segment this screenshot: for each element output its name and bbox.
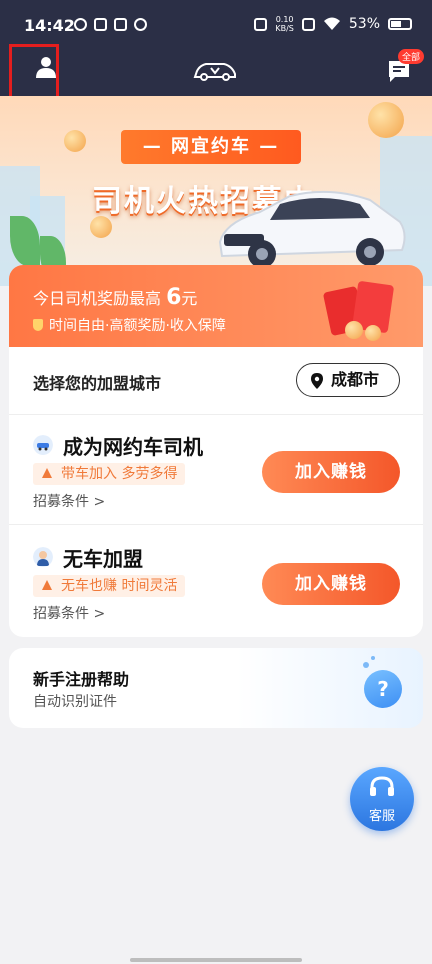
- car-logo-icon: [193, 63, 236, 81]
- battery-percent: 53%: [348, 16, 380, 32]
- toolbar: 全部: [0, 44, 432, 114]
- coin-decoration: [368, 102, 404, 138]
- question-icon: ?: [364, 670, 402, 708]
- user-icon: [36, 57, 56, 78]
- reward-tagline: 时间自由·高额奖励·收入保障: [33, 315, 226, 335]
- job-option-no-car: 无车加盟 无车也赚 时间灵活 招募条件 > 加入赚钱: [9, 527, 423, 637]
- join-earn-button[interactable]: 加入赚钱: [262, 451, 400, 493]
- city-value: 成都市: [331, 370, 380, 389]
- help-title: 新手注册帮助: [33, 670, 130, 689]
- banner-brand: — 网宜约车 —: [121, 130, 301, 164]
- reward-unit: 元: [181, 289, 198, 308]
- car-illustration-icon: [218, 190, 406, 268]
- status-bar: 14:42 0.10 KB/S 53%: [0, 0, 432, 50]
- reward-prefix: 今日司机奖励最高: [33, 289, 162, 308]
- tiktok-icon: [114, 18, 127, 31]
- dot-decoration: [371, 656, 375, 660]
- speed-value: 0.10: [275, 15, 294, 24]
- dot-decoration: [363, 662, 369, 668]
- help-subtitle: 自动识别证件: [33, 694, 117, 710]
- job-option-driver: 成为网约车司机 带车加入 多劳多得 招募条件 > 加入赚钱: [9, 415, 423, 525]
- headset-icon: [370, 776, 394, 796]
- job-title: 无车加盟: [63, 547, 143, 571]
- recruit-conditions-link[interactable]: 招募条件 >: [33, 603, 105, 623]
- status-right: 0.10 KB/S 53%: [254, 15, 412, 33]
- job-title: 成为网约车司机: [63, 435, 203, 459]
- car-avatar-icon: [33, 435, 53, 455]
- join-card: 今日司机奖励最高 6元 时间自由·高额奖励·收入保障 选择您的加盟城市 成都市 …: [9, 265, 423, 637]
- network-speed: 0.10 KB/S: [275, 15, 294, 33]
- wifi-icon: [323, 17, 340, 30]
- person-avatar-icon: [33, 547, 53, 567]
- city-select-button[interactable]: 成都市: [296, 363, 400, 397]
- coin-decoration: [365, 325, 381, 341]
- app-header: 14:42 0.10 KB/S 53% 全部: [0, 0, 432, 114]
- city-selector-row: 选择您的加盟城市 成都市: [9, 347, 423, 415]
- registration-help-card[interactable]: 新手注册帮助 自动识别证件 ?: [9, 648, 423, 728]
- arrow-up-icon: [42, 468, 52, 478]
- battery-icon: [388, 18, 412, 30]
- home-indicator[interactable]: [130, 958, 302, 962]
- sim-icon: [301, 17, 315, 31]
- city-label: 选择您的加盟城市: [33, 374, 162, 393]
- location-pin-icon: [311, 373, 323, 389]
- coin-decoration: [64, 130, 86, 152]
- recruit-banner[interactable]: — 网宜约车 — 司机火热招募中: [0, 96, 432, 286]
- service-label: 客服: [368, 809, 395, 824]
- status-time: 14:42: [24, 16, 75, 35]
- arrow-up-icon: [42, 580, 52, 590]
- reward-tagline-text: 时间自由·高额奖励·收入保障: [49, 318, 226, 334]
- customer-service-button[interactable]: 客服: [350, 767, 414, 831]
- reward-headline: 今日司机奖励最高 6元: [33, 285, 197, 310]
- job-tag-text: 带车加入 多劳多得: [61, 466, 178, 482]
- job-tag: 无车也赚 时间灵活: [33, 575, 186, 597]
- job-tag-text: 无车也赚 时间灵活: [61, 578, 178, 594]
- fan-icon: [134, 18, 147, 31]
- join-earn-button[interactable]: 加入赚钱: [262, 563, 400, 605]
- app-notification-icon: [94, 18, 107, 31]
- recruit-conditions-link[interactable]: 招募条件 >: [33, 491, 105, 511]
- vibrate-icon: [254, 17, 268, 31]
- speed-unit: KB/S: [275, 24, 294, 33]
- shield-icon: [33, 319, 43, 331]
- message-badge: 全部: [398, 49, 425, 64]
- app-notification-icon: [74, 18, 87, 31]
- reward-banner: 今日司机奖励最高 6元 时间自由·高额奖励·收入保障: [9, 265, 423, 347]
- notification-icons: [74, 18, 147, 31]
- job-tag: 带车加入 多劳多得: [33, 463, 186, 485]
- coin-decoration: [345, 321, 363, 339]
- reward-amount: 6: [166, 285, 182, 310]
